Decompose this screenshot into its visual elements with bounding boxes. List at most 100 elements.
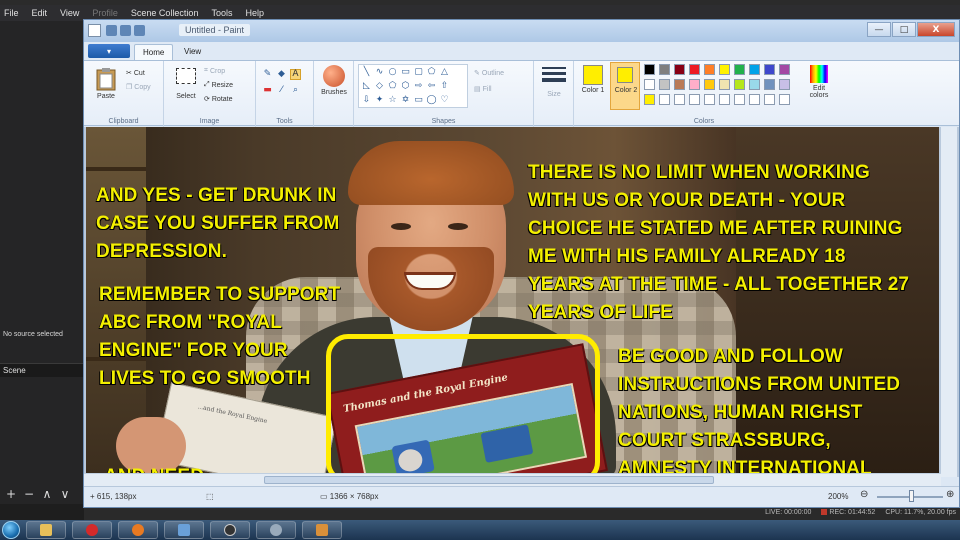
star6-shape-icon[interactable]: ✡ — [400, 95, 411, 106]
fill-dropdown[interactable]: ▤ Fill — [474, 85, 492, 94]
palette-swatch[interactable] — [674, 94, 685, 105]
rotate-button[interactable]: ⟳ Rotate — [204, 95, 233, 104]
pencil-icon[interactable]: ✎ — [262, 69, 273, 80]
cut-button[interactable]: ✂ Cut — [126, 69, 145, 78]
crop-button[interactable]: ⌗ Crop — [204, 67, 225, 75]
taskbar-firefox[interactable] — [118, 521, 158, 539]
palette-swatch[interactable] — [704, 64, 715, 75]
undo-icon[interactable] — [120, 25, 131, 36]
taskbar-explorer[interactable] — [26, 521, 66, 539]
oval-shape-icon[interactable]: ○ — [387, 67, 398, 78]
taskbar-obs[interactable] — [210, 521, 250, 539]
polygon-shape-icon[interactable]: ⬠ — [426, 67, 437, 78]
vertical-scrollbar[interactable] — [941, 127, 957, 477]
brushes-group[interactable]: Brushes — [314, 61, 354, 127]
line-shape-icon[interactable]: ╲ — [361, 67, 372, 78]
menu-scene-collection[interactable]: Scene Collection — [131, 8, 199, 18]
text-tool-icon[interactable]: A — [290, 69, 301, 80]
palette-swatch[interactable] — [644, 79, 655, 90]
taskbar-app[interactable] — [256, 521, 296, 539]
color-picker-icon[interactable]: ⁄ — [276, 85, 287, 96]
palette-swatch[interactable] — [659, 79, 670, 90]
palette-swatch[interactable] — [674, 79, 685, 90]
palette-swatch[interactable] — [719, 94, 730, 105]
zoom-slider-thumb[interactable] — [909, 490, 914, 502]
palette-swatch[interactable] — [659, 94, 670, 105]
tab-home[interactable]: Home — [134, 44, 174, 60]
taskbar-paint[interactable] — [164, 521, 204, 539]
redo-icon[interactable] — [134, 25, 145, 36]
menu-edit[interactable]: Edit — [32, 8, 48, 18]
arrow-up-shape-icon[interactable]: ⇧ — [439, 81, 450, 92]
resize-button[interactable]: ⤢ Resize — [204, 81, 233, 89]
rounded-rect-shape-icon[interactable]: ▢ — [413, 67, 424, 78]
palette-swatch[interactable] — [749, 94, 760, 105]
horizontal-scrollbar[interactable] — [84, 473, 941, 486]
star4-shape-icon[interactable]: ✦ — [374, 95, 385, 106]
palette-swatch[interactable] — [689, 79, 700, 90]
palette-swatch[interactable] — [644, 94, 655, 105]
menu-tools[interactable]: Tools — [211, 8, 232, 18]
outline-dropdown[interactable]: ✎ Outline — [474, 69, 504, 78]
palette-swatch[interactable] — [644, 64, 655, 75]
arrow-right-shape-icon[interactable]: ⇨ — [413, 81, 424, 92]
canvas[interactable]: ...and the Royal Engine Thomas and the R… — [86, 127, 939, 475]
paint-title-bar[interactable]: Untitled - Paint — □ X — [84, 20, 959, 42]
maximize-button[interactable]: □ — [892, 22, 916, 37]
palette-swatch[interactable] — [659, 64, 670, 75]
remove-scene-button[interactable]: − — [22, 488, 36, 500]
paint-app-icon[interactable] — [88, 24, 101, 37]
edit-colors-button[interactable]: Edit colors — [804, 63, 834, 109]
move-down-button[interactable]: ∨ — [58, 488, 72, 500]
color1-button[interactable]: Color 1 — [578, 63, 608, 109]
right-triangle-shape-icon[interactable]: ◺ — [361, 81, 372, 92]
pentagon-shape-icon[interactable]: ⬠ — [387, 81, 398, 92]
arrow-down-shape-icon[interactable]: ⇩ — [361, 95, 372, 106]
palette-swatch[interactable] — [749, 64, 760, 75]
close-button[interactable]: X — [917, 22, 955, 37]
palette-swatch[interactable] — [719, 64, 730, 75]
select-button[interactable]: Select — [170, 65, 202, 109]
menu-file[interactable]: File — [4, 8, 19, 18]
palette-swatch[interactable] — [734, 79, 745, 90]
palette-swatch[interactable] — [674, 64, 685, 75]
fill-bucket-icon[interactable]: ◆ — [276, 69, 287, 80]
magnifier-icon[interactable]: ⌕ — [290, 85, 301, 96]
menu-profile[interactable]: Profile — [92, 8, 118, 18]
palette-swatch[interactable] — [779, 94, 790, 105]
palette-swatch[interactable] — [689, 64, 700, 75]
palette-swatch[interactable] — [779, 64, 790, 75]
star5-shape-icon[interactable]: ☆ — [387, 95, 398, 106]
save-icon[interactable] — [106, 25, 117, 36]
eraser-icon[interactable]: ▬ — [262, 85, 273, 96]
horizontal-scroll-thumb[interactable] — [264, 476, 714, 484]
diamond-shape-icon[interactable]: ◇ — [374, 81, 385, 92]
heart-shape-icon[interactable]: ♡ — [439, 95, 450, 106]
start-button-icon[interactable] — [2, 521, 20, 539]
shapes-gallery[interactable]: ╲ ∿ ○ ▭ ▢ ⬠ △ ◺ ◇ ⬠ ⬡ ⇨ ⇦ ⇧ ⇩ ✦ ☆ ✡ ▭ ◯ … — [358, 64, 468, 108]
size-group[interactable]: Size — [534, 61, 574, 127]
copy-button[interactable]: ❐ Copy — [126, 83, 151, 92]
palette-swatch[interactable] — [719, 79, 730, 90]
palette-swatch[interactable] — [749, 79, 760, 90]
palette-swatch[interactable] — [764, 64, 775, 75]
palette-swatch[interactable] — [689, 94, 700, 105]
move-up-button[interactable]: ∧ — [40, 488, 54, 500]
palette-swatch[interactable] — [734, 94, 745, 105]
callout-oval-shape-icon[interactable]: ◯ — [426, 95, 437, 106]
palette-swatch[interactable] — [704, 79, 715, 90]
color2-button[interactable]: Color 2 — [610, 62, 640, 110]
palette-swatch[interactable] — [704, 94, 715, 105]
hexagon-shape-icon[interactable]: ⬡ — [400, 81, 411, 92]
paste-button[interactable]: Paste — [90, 65, 122, 109]
arrow-left-shape-icon[interactable]: ⇦ — [426, 81, 437, 92]
taskbar-opera[interactable] — [72, 521, 112, 539]
palette-swatch[interactable] — [764, 94, 775, 105]
minimize-button[interactable]: — — [867, 22, 891, 37]
tab-view[interactable]: View — [176, 44, 209, 60]
palette-swatch[interactable] — [779, 79, 790, 90]
taskbar-app-2[interactable] — [302, 521, 342, 539]
rectangle-shape-icon[interactable]: ▭ — [400, 67, 411, 78]
zoom-in-icon[interactable]: ⊕ — [946, 489, 954, 500]
curve-shape-icon[interactable]: ∿ — [374, 67, 385, 78]
